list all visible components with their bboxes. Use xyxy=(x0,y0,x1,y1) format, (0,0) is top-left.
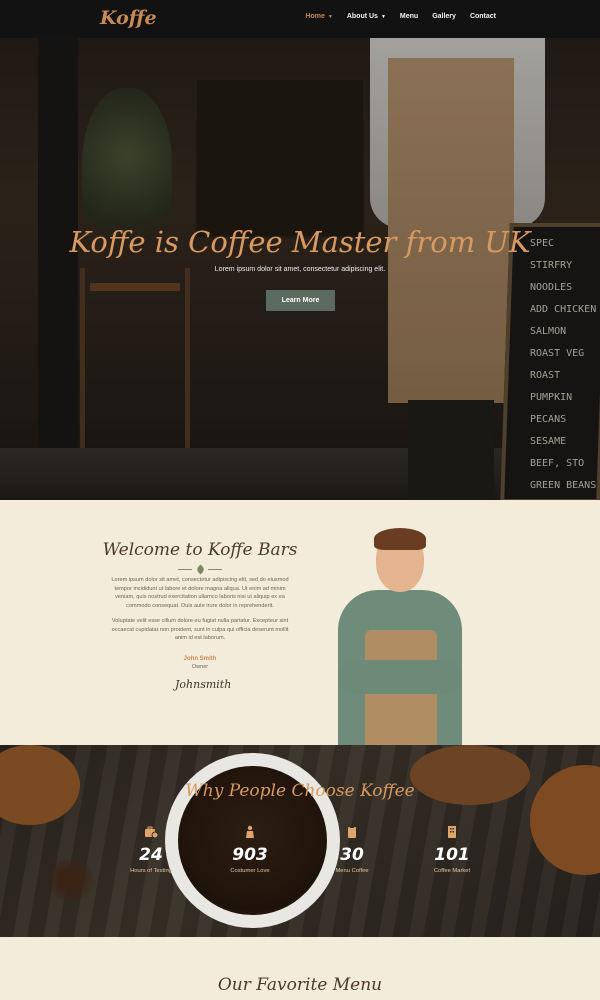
nav-item-gallery[interactable]: Gallery xyxy=(432,13,456,20)
owner-signature: Johnsmith xyxy=(175,678,232,691)
coffee-beans-image xyxy=(40,860,100,900)
barista-photo-arms xyxy=(338,660,462,694)
leaf-icon xyxy=(195,564,205,574)
learn-more-button[interactable]: Learn More xyxy=(266,290,335,311)
why-section: Why People Choose Koffee 24 Hours of Tes… xyxy=(0,745,600,937)
stat-label: Hours of Testing xyxy=(130,868,172,874)
divider-line xyxy=(208,568,222,570)
stat-value: 903 xyxy=(232,845,268,865)
nav-item-home-label: Home xyxy=(305,13,325,20)
main-menu: Home ▼ About Us ▼ Menu Gallery Contact xyxy=(291,13,496,20)
nav-item-about[interactable]: About Us ▼ xyxy=(347,13,386,20)
stat-item: 903 Costumer Love xyxy=(210,825,290,874)
stat-label: Menu Coffee xyxy=(335,868,369,874)
top-navbar: Koffe Home ▼ About Us ▼ Menu Gallery Con… xyxy=(0,0,600,38)
clipboard-icon xyxy=(345,825,359,839)
building-icon xyxy=(445,825,459,839)
stat-label: Coffee Market xyxy=(433,868,471,874)
stat-item: 24 Hours of Testing xyxy=(111,825,191,874)
stat-value: 30 xyxy=(340,845,364,865)
welcome-paragraph: Voluptate velit esse cillum dolore eu fu… xyxy=(111,618,289,642)
welcome-section: Welcome to Koffe Bars Lorem ipsum dolor … xyxy=(0,500,600,745)
stat-item: 30 Menu Coffee xyxy=(312,825,392,874)
chevron-down-icon: ▼ xyxy=(380,13,386,20)
leaf-divider xyxy=(178,564,222,574)
stat-value: 24 xyxy=(139,845,163,865)
nav-item-home[interactable]: Home ▼ xyxy=(305,13,332,20)
stat-item: 101 Coffee Market xyxy=(412,825,492,874)
nav-item-menu[interactable]: Menu xyxy=(400,13,418,20)
barista-photo-hair xyxy=(374,528,426,550)
owner-role: Owner xyxy=(191,664,209,670)
favorite-menu-section: Our Favorite Menu xyxy=(0,937,600,1000)
stat-value: 101 xyxy=(434,845,470,865)
why-title: Why People Choose Koffee xyxy=(185,781,415,801)
stat-label: Costumer Love xyxy=(230,868,270,874)
barista-icon xyxy=(243,825,257,839)
site-logo[interactable]: Koffe xyxy=(100,7,157,29)
hero-title: Koffe is Coffee Master from UK xyxy=(69,225,531,259)
hero-subtitle: Lorem ipsum dolor sit amet, consectetur … xyxy=(214,266,386,273)
welcome-title: Welcome to Koffe Bars xyxy=(102,540,298,560)
divider-line xyxy=(178,568,192,570)
nav-item-contact[interactable]: Contact xyxy=(470,13,496,20)
nav-item-about-label: About Us xyxy=(346,13,378,20)
favorite-menu-title: Our Favorite Menu xyxy=(217,975,383,995)
welcome-paragraph: Lorem ipsum dolor sit amet, consectetur … xyxy=(111,577,289,609)
briefcase-clock-icon xyxy=(144,825,159,839)
owner-name: John Smith xyxy=(183,656,217,662)
chevron-down-icon: ▼ xyxy=(327,13,333,20)
